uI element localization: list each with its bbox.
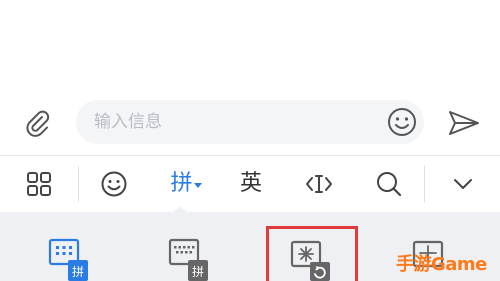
- paperclip-icon: [26, 110, 50, 137]
- smiley-icon: [101, 171, 127, 197]
- toolbar-separator: [78, 166, 79, 202]
- caret-down-icon: [193, 183, 202, 188]
- send-button[interactable]: [444, 106, 484, 140]
- smiley-icon: [388, 108, 416, 136]
- grid-icon: [27, 172, 51, 196]
- message-input-placeholder: 输入信息: [94, 112, 162, 132]
- pinyin-mode-label: 拼: [170, 171, 193, 196]
- pinyin-mode-button[interactable]: 拼: [164, 164, 208, 204]
- send-icon: [449, 111, 479, 135]
- cursor-move-button[interactable]: [302, 164, 336, 204]
- keyboard-9-key-icon: 拼: [48, 238, 88, 281]
- toolbar-separator: [424, 166, 425, 202]
- chevron-down-icon: [454, 179, 472, 189]
- search-button[interactable]: [372, 164, 406, 204]
- keyboard-26-key-icon: 拼: [168, 238, 208, 281]
- emoji-panel-button[interactable]: [96, 164, 132, 204]
- collapse-keyboard-button[interactable]: [446, 164, 480, 204]
- chat-area: [0, 0, 500, 98]
- watermark-text: 手游Game: [396, 254, 487, 275]
- cursor-move-icon: [306, 175, 332, 193]
- watermark: 手游Game: [396, 248, 487, 278]
- english-mode-button[interactable]: 英: [234, 164, 268, 204]
- attach-button[interactable]: [20, 106, 54, 140]
- keyboard-option-pinyin-26-key[interactable]: 拼: [168, 238, 208, 281]
- highlight-box: [266, 226, 358, 281]
- message-input[interactable]: 输入信息: [76, 100, 424, 144]
- english-mode-label: 英: [239, 171, 262, 196]
- keyboard-badge: 拼: [192, 265, 204, 279]
- menu-grid-button[interactable]: [22, 164, 56, 204]
- emoji-button[interactable]: [384, 104, 420, 140]
- search-icon: [377, 172, 402, 197]
- keyboard-option-pinyin-9-key[interactable]: 拼: [48, 238, 88, 281]
- keyboard-badge: 拼: [72, 265, 84, 279]
